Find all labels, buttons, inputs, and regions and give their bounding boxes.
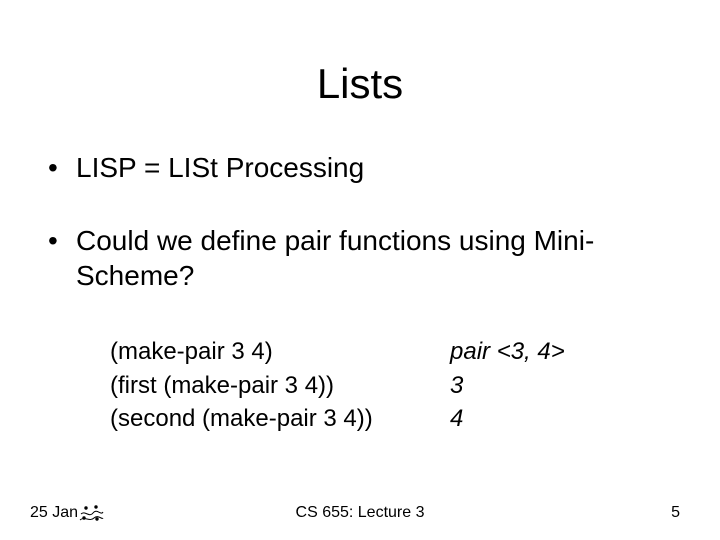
- bullet-text: LISP = LISt Processing: [76, 150, 680, 185]
- bullet-item: • LISP = LISt Processing: [48, 150, 680, 185]
- example-expression: (first (make-pair 3 4)): [110, 369, 450, 403]
- example-expression: (second (make-pair 3 4)): [110, 402, 450, 436]
- example-row: (make-pair 3 4) pair <3, 4>: [110, 335, 660, 369]
- example-result: 3: [450, 369, 660, 403]
- bullet-list: • LISP = LISt Processing • Could we defi…: [48, 150, 680, 331]
- example-block: (make-pair 3 4) pair <3, 4> (first (make…: [110, 335, 660, 436]
- footer-course: CS 655: Lecture 3: [0, 504, 720, 522]
- bullet-text: Could we define pair functions using Min…: [76, 223, 680, 293]
- slide: Lists • LISP = LISt Processing • Could w…: [0, 0, 720, 540]
- bullet-item: • Could we define pair functions using M…: [48, 223, 680, 293]
- example-row: (second (make-pair 3 4)) 4: [110, 402, 660, 436]
- example-expression: (make-pair 3 4): [110, 335, 450, 369]
- example-result: pair <3, 4>: [450, 335, 660, 369]
- decorative-doodle-icon: [78, 500, 104, 526]
- footer: 25 Jan CS 655: Lecture 3 5: [0, 496, 720, 522]
- example-result: 4: [450, 402, 660, 436]
- slide-title: Lists: [0, 60, 720, 108]
- bullet-dot-icon: •: [48, 223, 76, 293]
- bullet-dot-icon: •: [48, 150, 76, 185]
- footer-page-number: 5: [671, 504, 680, 522]
- example-row: (first (make-pair 3 4)) 3: [110, 369, 660, 403]
